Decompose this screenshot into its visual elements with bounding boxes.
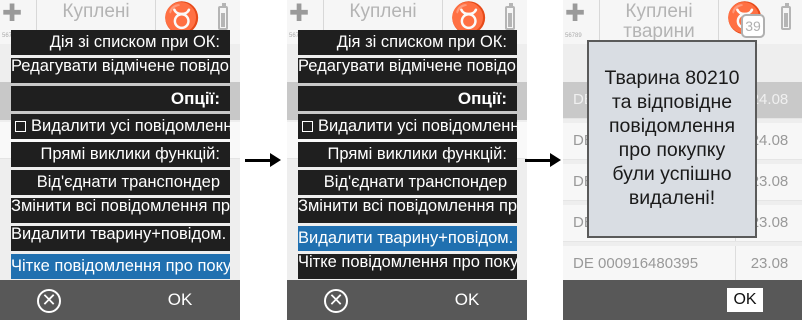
menu-item[interactable]: Видалити тварину+повідом.: [11, 226, 230, 251]
cart-plus-icon[interactable]: ✚56789: [565, 2, 593, 40]
softkey-bar: ✕ OK: [287, 280, 527, 320]
menu-item[interactable]: Від'єднати транспондер: [298, 170, 517, 195]
menu-item-label: Від'єднати транспондер: [36, 173, 220, 191]
device-screen-menu: ✚56789 Куплені ♉ Дія зі списком при ОК:Р…: [287, 0, 527, 320]
menu-item-label: Змінити всі повідомлення про покупку: [11, 198, 230, 215]
purchase-date: 23.08: [735, 246, 802, 282]
battery-icon: [781, 3, 791, 30]
menu-item-label: Видалити усі повідомлення після експорту: [31, 117, 230, 135]
menu-item-label: Видалити усі повідомлення після експорту: [318, 117, 517, 135]
ok-button[interactable]: OK: [437, 280, 497, 320]
menu-section-header: Опції:: [11, 86, 230, 111]
menu-item-label: Чітке повідомлення про покупку: [11, 257, 230, 275]
arrow-right-icon: [245, 150, 281, 170]
dialog-message-line: та відповідне: [611, 91, 733, 113]
menu-item-label: Видалити тварину+повідом.: [298, 229, 514, 247]
menu-item[interactable]: Змінити всі повідомлення про покупку: [11, 198, 230, 223]
menu-item-label: Редагувати відмічене повідомлення: [11, 58, 230, 75]
checkbox[interactable]: [15, 121, 26, 132]
menu-item-label: Опції:: [457, 89, 507, 108]
menu-item-label: Редагувати відмічене повідомлення: [298, 58, 517, 75]
dialog-message-line: були успішно: [612, 163, 732, 185]
animal-id: DE 000916480395: [573, 255, 699, 272]
arrow-right-icon: [525, 150, 561, 170]
dialog-message-line: повідомлення: [608, 115, 736, 137]
menu-section-header: Опції:: [298, 86, 517, 111]
screen-title-line: тварини: [623, 21, 695, 42]
device-screen-confirmation: ✚56789 Куплені тварини ♉ 39 DE 000916480…: [563, 0, 802, 320]
menu-item[interactable]: Видалити тварину+повідом.: [298, 226, 517, 251]
screen-title: Куплені тварини: [599, 0, 719, 44]
menu-item[interactable]: Від'єднати транспондер: [11, 170, 230, 195]
softkey-bar: OK: [563, 280, 802, 320]
menu-item[interactable]: Змінити всі повідомлення про покупку: [298, 198, 517, 223]
battery-icon: [505, 3, 515, 30]
menu-item[interactable]: Чітке повідомлення про покупку: [298, 254, 517, 279]
screen-title-line: Куплені: [62, 1, 130, 22]
context-menu: Дія зі списком при ОК: Редагувати відміче…: [11, 30, 230, 282]
menu-item-label: Чітке повідомлення про покупку: [298, 254, 517, 271]
softkey-bar: ✕ OK: [0, 280, 240, 320]
menu-item[interactable]: Чітке повідомлення про покупку: [11, 254, 230, 279]
battery-icon: [218, 3, 228, 30]
menu-item[interactable]: Редагувати відмічене повідомлення: [11, 58, 230, 83]
menu-item-label: Дія зі списком при ОК:: [49, 33, 220, 51]
menu-item-label: Змінити всі повідомлення про покупку: [298, 198, 517, 215]
screen-title-line: Куплені: [625, 1, 693, 22]
cancel-icon[interactable]: ✕: [324, 289, 348, 313]
screen-header: ✚56789 Куплені тварини ♉ 39: [563, 0, 802, 44]
cancel-icon[interactable]: ✕: [37, 289, 61, 313]
device-screen-menu: ✚56789 Куплені ♉ Дія зі списком при ОК:Р…: [0, 0, 240, 320]
menu-item-label: Від'єднати транспондер: [323, 173, 507, 191]
menu-section-header: Дія зі списком при ОК:: [298, 30, 517, 55]
menu-item[interactable]: Редагувати відмічене повідомлення: [298, 58, 517, 83]
menu-item-label: Опції:: [170, 89, 220, 108]
menu-item[interactable]: Видалити усі повідомлення після експорту: [11, 114, 230, 139]
menu-item[interactable]: Видалити усі повідомлення після експорту: [298, 114, 517, 139]
ok-button[interactable]: OK: [727, 288, 763, 312]
cart-label: 56789: [565, 33, 582, 39]
table-row[interactable]: DE 000916480395 23.08: [563, 246, 802, 283]
ok-button[interactable]: OK: [150, 280, 210, 320]
menu-item-label: Видалити тварину+повідом.: [11, 226, 227, 243]
menu-item-label: Прямі виклики функцій:: [40, 145, 220, 163]
dialog-message-line: Тварина 80210: [604, 67, 740, 89]
menu-section-header: Прямі виклики функцій:: [298, 142, 517, 167]
screen-title-line: Куплені: [349, 1, 417, 22]
animal-count-badge: 39: [741, 14, 765, 38]
checkbox[interactable]: [302, 121, 313, 132]
menu-item-label: Дія зі списком при ОК:: [336, 33, 507, 51]
dialog-message-line: видалені!: [628, 187, 716, 209]
context-menu: Дія зі списком при ОК: Редагувати відміче…: [298, 30, 517, 282]
confirmation-dialog: Тварина 80210 та відповідне повідомлення пр…: [587, 40, 757, 238]
menu-section-header: Дія зі списком при ОК:: [11, 30, 230, 55]
dialog-message-line: про покупку: [618, 139, 726, 161]
menu-item-label: Прямі виклики функцій:: [327, 145, 507, 163]
menu-section-header: Прямі виклики функцій:: [11, 142, 230, 167]
